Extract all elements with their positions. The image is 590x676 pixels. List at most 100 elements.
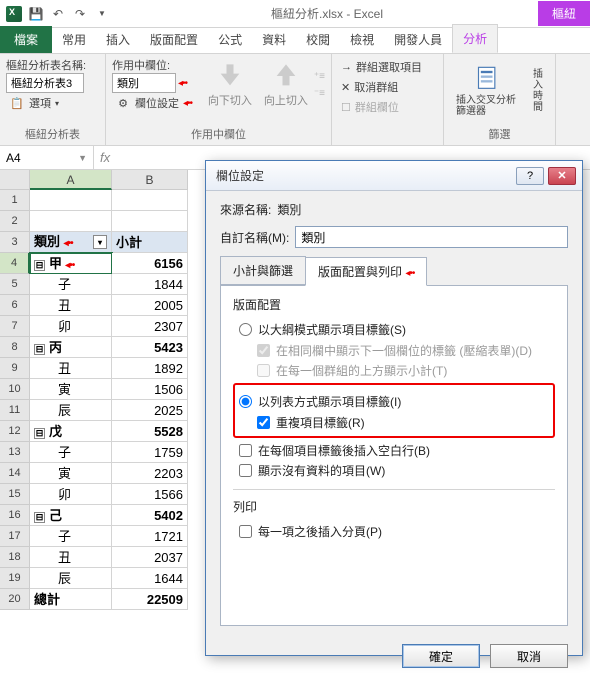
row-header[interactable]: 3 — [0, 232, 30, 253]
blank-row-checkbox[interactable]: 在每個項目標籤後插入空白行(B) — [239, 442, 555, 459]
cell[interactable]: 子 — [30, 442, 112, 463]
group-selection-button[interactable]: →群組選取項目 — [338, 57, 437, 77]
collapse-icon[interactable]: ⊟ — [34, 428, 45, 439]
tab-layout-print[interactable]: 版面配置與列印 ◂•• — [305, 257, 427, 286]
row-header[interactable]: 20 — [0, 589, 30, 610]
row-header[interactable]: 1 — [0, 190, 30, 211]
options-button[interactable]: 📋選項 ▾ — [6, 93, 99, 113]
collapse-icon[interactable]: ⊟ — [34, 512, 45, 523]
cell[interactable]: 5528 — [112, 421, 188, 442]
row-header[interactable]: 2 — [0, 211, 30, 232]
tab-insert[interactable]: 插入 — [96, 26, 140, 53]
undo-icon[interactable]: ↶ — [50, 6, 66, 22]
col-header-a[interactable]: A — [30, 170, 112, 190]
no-data-checkbox[interactable]: 顯示沒有資料的項目(W) — [239, 462, 555, 479]
name-box[interactable]: A4▼ — [0, 146, 94, 169]
tab-analyze[interactable]: 分析 — [452, 24, 498, 53]
dialog-titlebar[interactable]: 欄位設定 ? ✕ — [206, 161, 582, 191]
row-header[interactable]: 5 — [0, 274, 30, 295]
cell[interactable] — [112, 211, 188, 232]
redo-icon[interactable]: ↷ — [72, 6, 88, 22]
row-header[interactable]: 13 — [0, 442, 30, 463]
cell[interactable]: ⊟戊 — [30, 421, 112, 442]
row-header[interactable]: 4 — [0, 253, 30, 274]
row-header[interactable]: 10 — [0, 379, 30, 400]
cell[interactable]: 丑 — [30, 358, 112, 379]
row-header[interactable]: 8 — [0, 337, 30, 358]
help-button[interactable]: ? — [516, 167, 544, 185]
cell[interactable]: 2037 — [112, 547, 188, 568]
row-header[interactable]: 19 — [0, 568, 30, 589]
tab-layout[interactable]: 版面配置 — [140, 26, 208, 53]
cell[interactable]: 1759 — [112, 442, 188, 463]
tab-review[interactable]: 校閱 — [296, 26, 340, 53]
tab-formula[interactable]: 公式 — [208, 26, 252, 53]
cell[interactable]: 5402 — [112, 505, 188, 526]
row-header[interactable]: 6 — [0, 295, 30, 316]
page-break-checkbox[interactable]: 每一項之後插入分頁(P) — [239, 523, 555, 540]
close-button[interactable]: ✕ — [548, 167, 576, 185]
col-header-b[interactable]: B — [112, 170, 188, 190]
row-header[interactable]: 18 — [0, 547, 30, 568]
insert-timeline-button[interactable]: 插入時間 — [527, 57, 549, 124]
row-header[interactable]: 12 — [0, 421, 30, 442]
cell[interactable]: 子 — [30, 274, 112, 295]
cell[interactable]: 寅 — [30, 379, 112, 400]
field-settings-button[interactable]: ⚙欄位設定 ◂•• — [112, 93, 202, 113]
ungroup-button[interactable]: ✕取消群組 — [338, 77, 437, 97]
cell[interactable]: 子 — [30, 526, 112, 547]
cell[interactable]: 6156 — [112, 253, 188, 274]
cell[interactable]: ⊟甲 ◂•• — [30, 253, 112, 274]
cell[interactable]: 5423 — [112, 337, 188, 358]
cell[interactable]: 1721 — [112, 526, 188, 547]
filter-icon[interactable]: ▾ — [93, 235, 107, 249]
cell[interactable]: 1566 — [112, 484, 188, 505]
cell[interactable]: 丑 — [30, 295, 112, 316]
qat-customize-icon[interactable]: ▼ — [94, 6, 110, 22]
outline-radio[interactable]: 以大綱模式顯示項目標籤(S) — [239, 321, 555, 338]
custom-name-input[interactable] — [295, 226, 568, 248]
tabular-radio[interactable]: 以列表方式顯示項目標籤(I) — [239, 393, 549, 410]
cell[interactable] — [112, 190, 188, 211]
repeat-labels-checkbox[interactable]: 重複項目標籤(R) — [257, 414, 549, 431]
cell[interactable]: 1644 — [112, 568, 188, 589]
cell[interactable]: 22509 — [112, 589, 188, 610]
cell[interactable] — [30, 190, 112, 211]
tab-view[interactable]: 檢視 — [340, 26, 384, 53]
active-field-input[interactable] — [112, 73, 176, 93]
cell[interactable]: 2005 — [112, 295, 188, 316]
row-header[interactable]: 9 — [0, 358, 30, 379]
cell[interactable]: ⊟丙 — [30, 337, 112, 358]
cell[interactable]: 卯 — [30, 316, 112, 337]
pt-name-input[interactable] — [6, 73, 84, 93]
cell[interactable]: 卯 — [30, 484, 112, 505]
cell[interactable]: 辰 — [30, 568, 112, 589]
cell[interactable]: 1844 — [112, 274, 188, 295]
cell[interactable]: 辰 — [30, 400, 112, 421]
cell[interactable]: 寅 — [30, 463, 112, 484]
row-header[interactable]: 15 — [0, 484, 30, 505]
cancel-button[interactable]: 取消 — [490, 644, 568, 668]
cell[interactable]: 2307 — [112, 316, 188, 337]
cell[interactable]: 類別 ◂••▾ — [30, 232, 112, 253]
tab-developer[interactable]: 開發人員 — [384, 26, 452, 53]
select-all[interactable] — [0, 170, 30, 190]
cell[interactable]: ⊟己 — [30, 505, 112, 526]
tab-data[interactable]: 資料 — [252, 26, 296, 53]
collapse-icon[interactable]: ⊟ — [34, 260, 45, 271]
ok-button[interactable]: 確定 — [402, 644, 480, 668]
row-header[interactable]: 14 — [0, 463, 30, 484]
cell[interactable]: 2025 — [112, 400, 188, 421]
fx-icon[interactable]: fx — [100, 150, 110, 165]
cell[interactable] — [30, 211, 112, 232]
cell[interactable]: 1506 — [112, 379, 188, 400]
cell[interactable]: 小計 — [112, 232, 188, 253]
row-header[interactable]: 16 — [0, 505, 30, 526]
tab-home[interactable]: 常用 — [52, 26, 96, 53]
row-header[interactable]: 7 — [0, 316, 30, 337]
row-header[interactable]: 11 — [0, 400, 30, 421]
cell[interactable]: 1892 — [112, 358, 188, 379]
insert-slicer-button[interactable]: 插入交叉分析篩選器 — [450, 57, 527, 124]
cell[interactable]: 丑 — [30, 547, 112, 568]
tab-subtotal-filter[interactable]: 小計與篩選 — [220, 256, 306, 285]
